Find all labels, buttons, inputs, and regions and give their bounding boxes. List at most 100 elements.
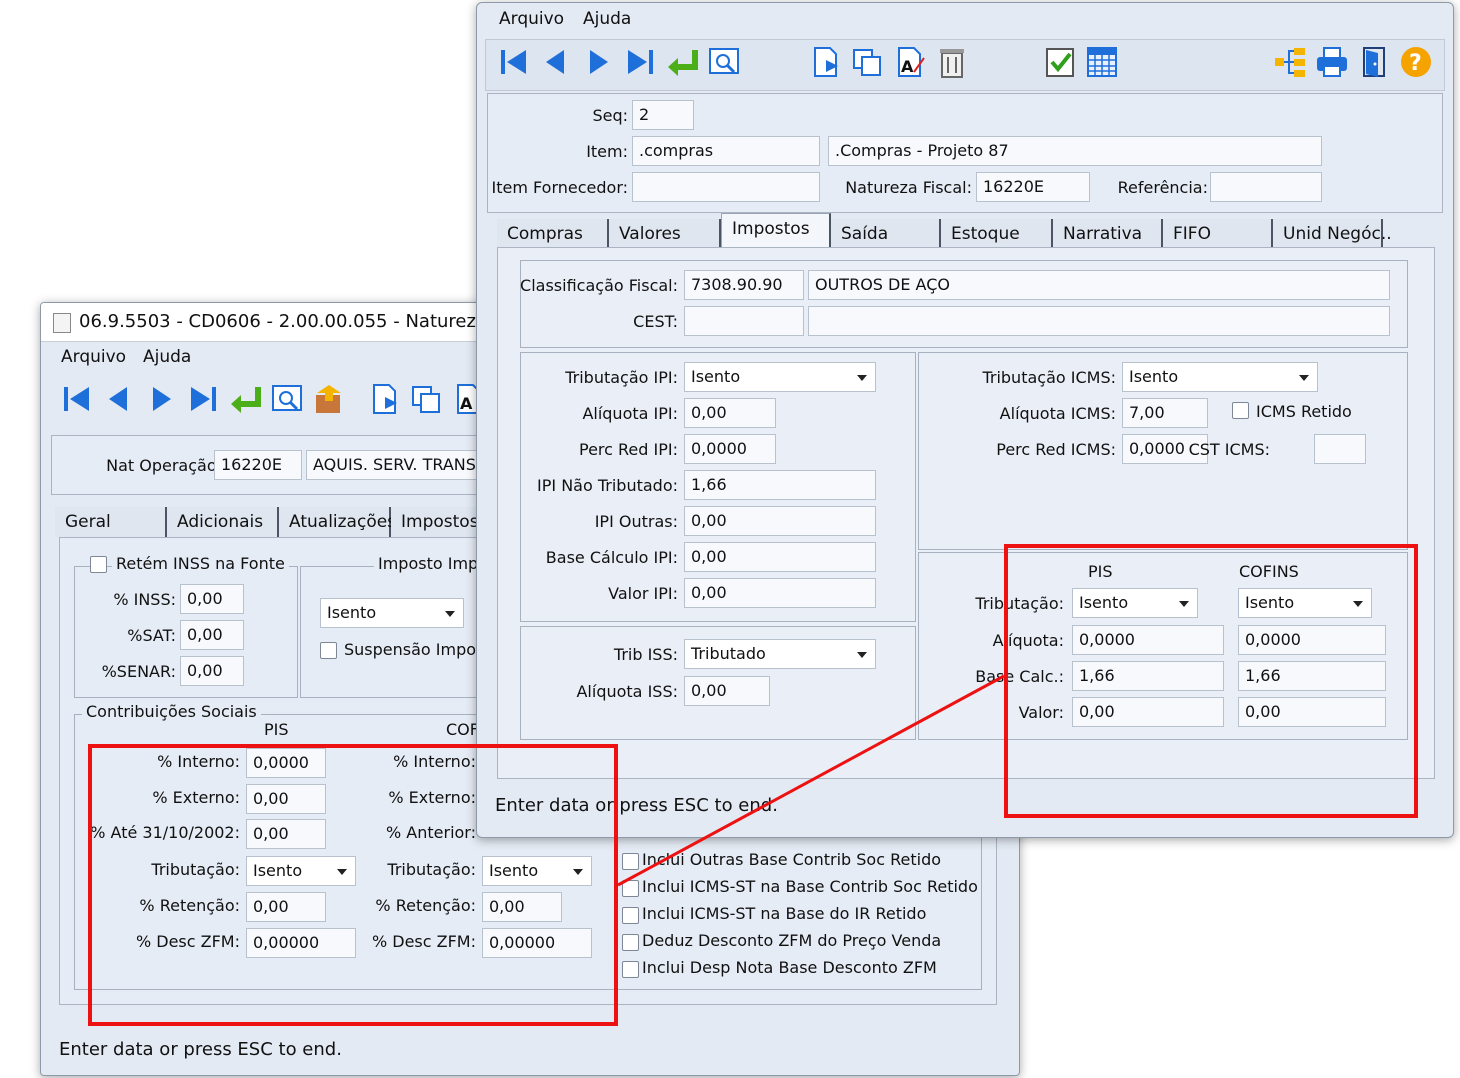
- export-icon[interactable]: [311, 381, 347, 417]
- tab-atualizacoes[interactable]: Atualizações: [279, 507, 396, 537]
- checklist-icon[interactable]: [1042, 44, 1078, 80]
- printer-icon[interactable]: [1314, 44, 1350, 80]
- natureza-fiscal-label: Natureza Fiscal:: [845, 178, 972, 197]
- menu-arquivo[interactable]: Arquivo: [499, 9, 564, 29]
- aliq-icms-field[interactable]: 7,00: [1122, 398, 1208, 428]
- referencia-field[interactable]: [1210, 172, 1322, 202]
- tab-valores[interactable]: Valores: [609, 219, 721, 249]
- perc-red-ipi-field[interactable]: 0,0000: [684, 434, 776, 464]
- tab-estoque[interactable]: Estoque: [941, 219, 1053, 249]
- aliq-iss-label: Alíquota ISS:: [576, 682, 678, 701]
- front-menubar: Arquivo Ajuda: [477, 5, 1453, 35]
- sat-label: %SAT:: [127, 626, 176, 645]
- ipi-nao-trib-field[interactable]: 1,66: [684, 470, 876, 500]
- retem-inss-checkbox[interactable]: [90, 556, 107, 573]
- cest-field[interactable]: [684, 306, 804, 336]
- cest-desc-field: [808, 306, 1390, 336]
- inss-label: % INSS:: [113, 590, 176, 609]
- valor-ipi-field[interactable]: 0,00: [684, 578, 876, 608]
- next-record-icon[interactable]: [143, 381, 179, 417]
- tab-impostos[interactable]: Impostos: [721, 213, 831, 251]
- chevron-down-icon: [857, 375, 867, 381]
- valor-ipi-label: Valor IPI:: [608, 584, 678, 603]
- item-fornecedor-field[interactable]: [632, 172, 820, 202]
- check-desp-nota-label: Inclui Desp Nota Base Desconto ZFM: [642, 958, 937, 977]
- class-fiscal-field[interactable]: 7308.90.90: [684, 270, 804, 300]
- trib-ipi-select[interactable]: Isento: [684, 362, 876, 392]
- seq-field[interactable]: 2: [632, 100, 694, 130]
- nat-operacao-label: Nat Operação:: [106, 456, 222, 475]
- edit-record-icon[interactable]: A: [892, 44, 928, 80]
- aliq-iss-field[interactable]: 0,00: [684, 676, 770, 706]
- first-record-icon[interactable]: [59, 381, 95, 417]
- sat-field[interactable]: 0,00: [180, 620, 244, 650]
- ipi-outras-field[interactable]: 0,00: [684, 506, 876, 536]
- help-icon[interactable]: ?: [1398, 44, 1434, 80]
- icms-retido-checkbox[interactable]: [1232, 402, 1249, 419]
- tab-adicionais[interactable]: Adicionais: [167, 507, 279, 537]
- new-record-icon[interactable]: [367, 381, 403, 417]
- back-window-title: 06.9.5503 - CD0606 - 2.00.00.055 - Natur…: [79, 311, 530, 332]
- trib-icms-select[interactable]: Isento: [1122, 362, 1318, 392]
- previous-record-icon[interactable]: [101, 381, 137, 417]
- exit-door-icon[interactable]: [1356, 44, 1392, 80]
- suspensao-checkbox[interactable]: [320, 642, 337, 659]
- inss-field[interactable]: 0,00: [180, 584, 244, 614]
- search-icon[interactable]: [269, 381, 305, 417]
- new-record-icon[interactable]: [808, 44, 844, 80]
- ipi-nao-trib-label: IPI Não Tributado:: [537, 476, 678, 495]
- seq-label: Seq:: [592, 106, 628, 125]
- item-code-field[interactable]: .compras: [632, 136, 820, 166]
- first-record-icon[interactable]: [496, 44, 532, 80]
- tab-geral[interactable]: Geral: [55, 507, 167, 537]
- menu-ajuda[interactable]: Ajuda: [583, 9, 631, 29]
- next-record-icon[interactable]: [580, 44, 616, 80]
- last-record-icon[interactable]: [622, 44, 658, 80]
- check-icmsst-ir[interactable]: [622, 907, 639, 924]
- natureza-fiscal-field[interactable]: 16220E: [976, 172, 1090, 202]
- tab-narrativa[interactable]: Narrativa: [1053, 219, 1163, 249]
- goto-icon[interactable]: [227, 381, 263, 417]
- trib-iss-label: Trib ISS:: [613, 645, 678, 664]
- senar-field[interactable]: 0,00: [180, 656, 244, 686]
- calendar-icon[interactable]: [1084, 44, 1120, 80]
- trib-icms-value: Isento: [1129, 367, 1179, 386]
- nat-operacao-code-field[interactable]: 16220E: [214, 450, 302, 480]
- goto-icon[interactable]: [664, 44, 700, 80]
- menu-ajuda[interactable]: Ajuda: [143, 347, 191, 367]
- check-icmsst-ir-label: Inclui ICMS-ST na Base do IR Retido: [642, 904, 927, 923]
- trash-icon[interactable]: [934, 44, 970, 80]
- check-icmsst-contrib[interactable]: [622, 880, 639, 897]
- cst-icms-field[interactable]: [1314, 434, 1366, 464]
- check-desp-nota[interactable]: [622, 961, 639, 978]
- tab-unid-negoc[interactable]: Unid Negóc..: [1273, 219, 1392, 249]
- menu-arquivo[interactable]: Arquivo: [61, 347, 126, 367]
- check-deduz-zfm[interactable]: [622, 934, 639, 951]
- previous-record-icon[interactable]: [538, 44, 574, 80]
- imposto-select[interactable]: Isento: [320, 598, 464, 628]
- base-calc-ipi-field[interactable]: 0,00: [684, 542, 876, 572]
- tab-saida[interactable]: Saída: [831, 219, 941, 249]
- svg-text:A: A: [460, 394, 473, 413]
- aliq-ipi-field[interactable]: 0,00: [684, 398, 776, 428]
- trib-ipi-value: Isento: [691, 367, 741, 386]
- trib-ipi-label: Tributação IPI:: [565, 368, 678, 387]
- senar-label: %SENAR:: [101, 662, 176, 681]
- copy-record-icon[interactable]: [409, 381, 445, 417]
- cest-label: CEST:: [633, 312, 678, 331]
- check-outras-base[interactable]: [622, 853, 639, 870]
- perc-red-icms-label: Perc Red ICMS:: [996, 440, 1116, 459]
- tab-fifo[interactable]: FIFO: [1163, 219, 1273, 249]
- trib-iss-value: Tributado: [691, 644, 766, 663]
- check-icmsst-contrib-label: Inclui ICMS-ST na Base Contrib Soc Retid…: [642, 877, 978, 896]
- retem-inss-label: Retém INSS na Fonte: [112, 554, 289, 573]
- tab-compras[interactable]: Compras: [497, 219, 609, 249]
- svg-text:A: A: [901, 57, 914, 76]
- last-record-icon[interactable]: [185, 381, 221, 417]
- class-fiscal-label: Classificação Fiscal:: [520, 276, 678, 295]
- search-icon[interactable]: [706, 44, 742, 80]
- copy-record-icon[interactable]: [850, 44, 886, 80]
- tree-structure-icon[interactable]: [1272, 44, 1308, 80]
- trib-iss-select[interactable]: Tributado: [684, 639, 876, 669]
- contrib-group-label: Contribuições Sociais: [82, 702, 261, 721]
